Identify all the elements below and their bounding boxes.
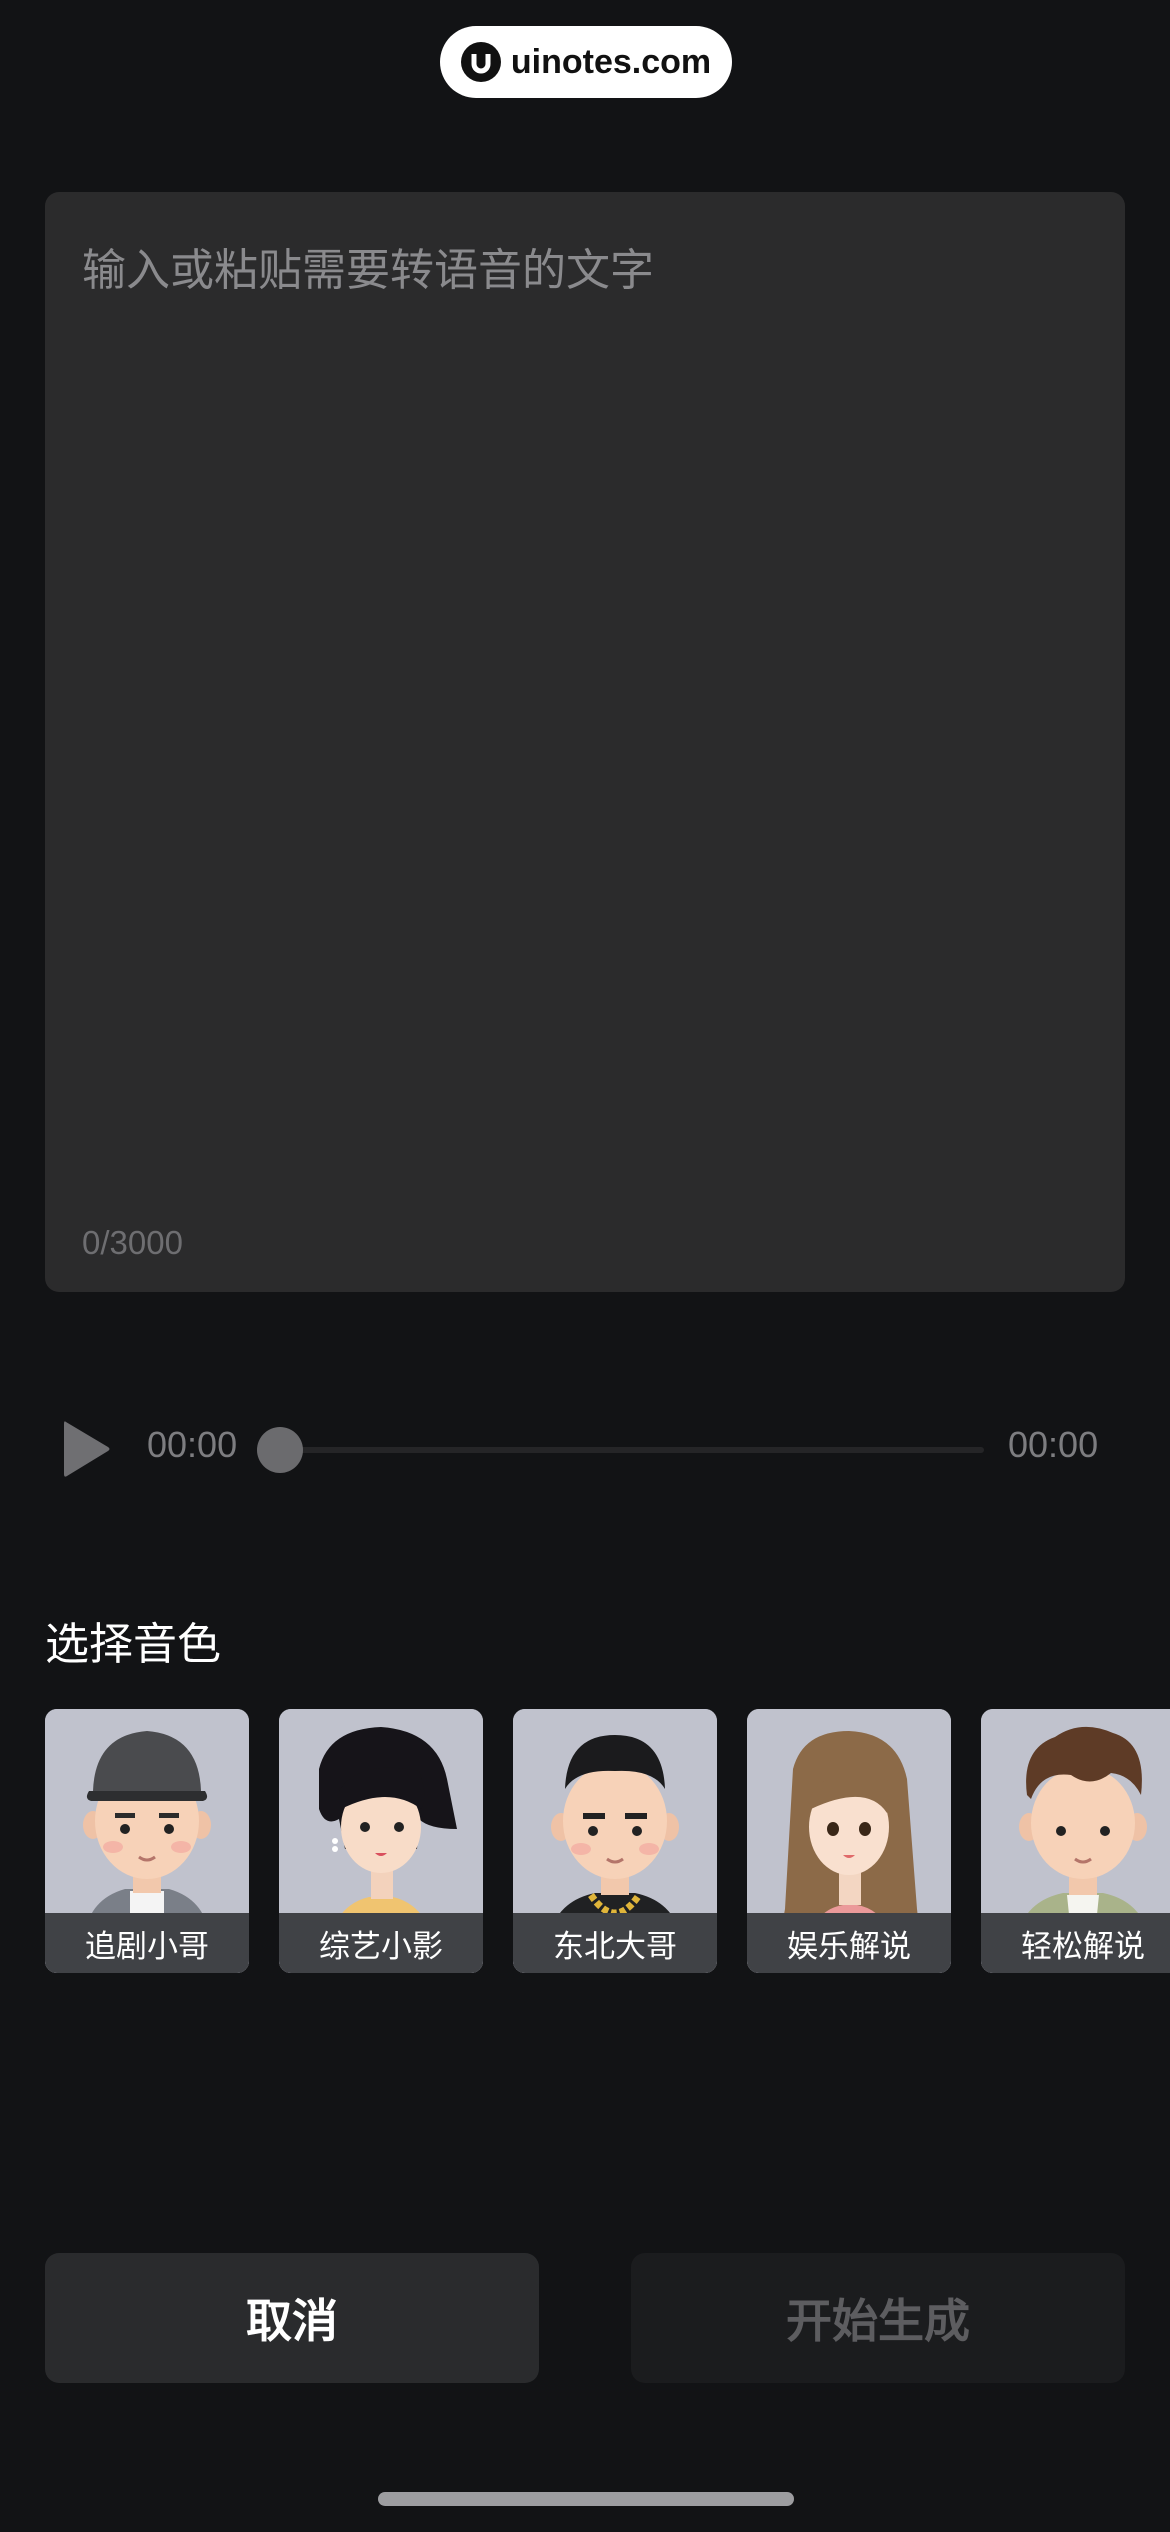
voice-card[interactable]: 娱乐解说 bbox=[747, 1709, 951, 1973]
voice-section-title: 选择音色 bbox=[45, 1619, 221, 1670]
home-indicator[interactable] bbox=[378, 2492, 794, 2506]
voice-label: 追剧小哥 bbox=[45, 1913, 249, 1973]
uinotes-logo-icon bbox=[460, 42, 501, 82]
voice-card[interactable]: 追剧小哥 bbox=[45, 1709, 249, 1973]
start-generate-button[interactable]: 开始生成 bbox=[631, 2253, 1125, 2383]
voice-card[interactable]: 东北大哥 bbox=[513, 1709, 717, 1973]
text-input-placeholder: 输入或粘贴需要转语音的文字 bbox=[82, 245, 654, 296]
voice-label: 娱乐解说 bbox=[747, 1913, 951, 1973]
watermark-text: uinotes.com bbox=[510, 42, 712, 81]
play-button[interactable] bbox=[60, 1418, 112, 1480]
total-time: 00:00 bbox=[1008, 1424, 1099, 1465]
progress-track[interactable] bbox=[280, 1447, 984, 1453]
voice-list[interactable]: 追剧小哥 综艺小影 东北大哥 娱乐解说 轻松解说 bbox=[45, 1709, 1170, 1973]
voice-label: 轻松解说 bbox=[981, 1913, 1170, 1973]
play-icon bbox=[64, 1421, 110, 1477]
progress-thumb[interactable] bbox=[257, 1427, 303, 1473]
text-input-area[interactable]: 输入或粘贴需要转语音的文字 0/3000 bbox=[45, 192, 1125, 1292]
voice-card[interactable]: 轻松解说 bbox=[981, 1709, 1170, 1973]
voice-label: 综艺小影 bbox=[279, 1913, 483, 1973]
watermark: uinotes.com bbox=[440, 26, 732, 98]
voice-label: 东北大哥 bbox=[513, 1913, 717, 1973]
voice-card[interactable]: 综艺小影 bbox=[279, 1709, 483, 1973]
character-counter: 0/3000 bbox=[82, 1224, 183, 1261]
cancel-button[interactable]: 取消 bbox=[45, 2253, 539, 2383]
current-time: 00:00 bbox=[147, 1424, 238, 1465]
